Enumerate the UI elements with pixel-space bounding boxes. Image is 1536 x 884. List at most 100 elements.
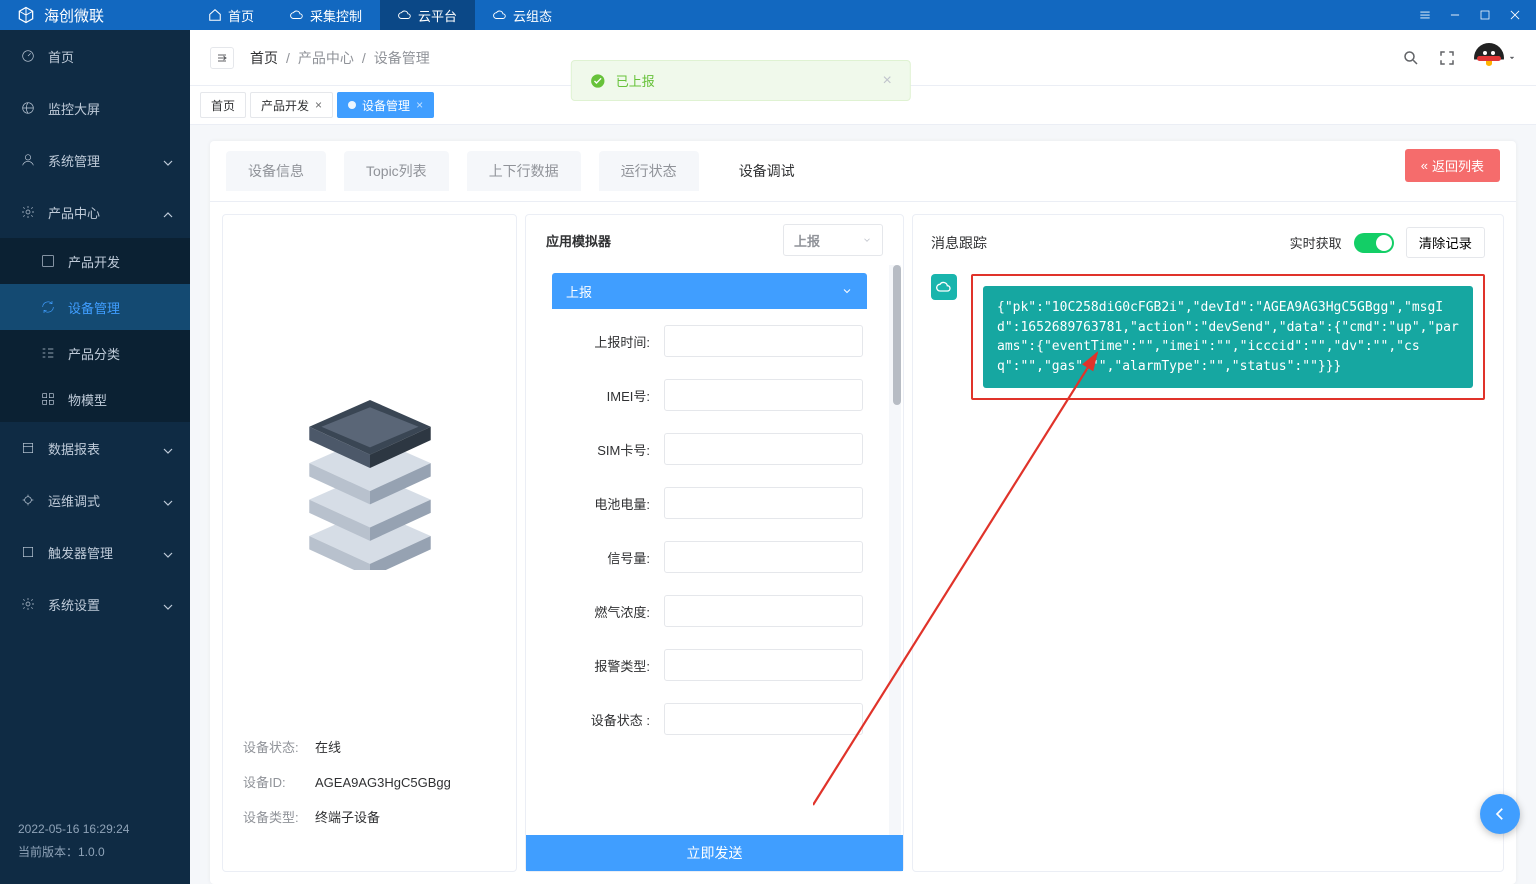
topnav-cloud-scada[interactable]: 云组态: [475, 0, 570, 30]
page-tabs: 设备信息 Topic列表 上下行数据 运行状态 设备调试 « 返回列表: [210, 141, 1516, 202]
toast-close-button[interactable]: ×: [882, 72, 891, 90]
simulator-title: 应用模拟器: [546, 231, 611, 250]
device-info-panel: 设备状态:在线 设备ID:AGEA9AG3HgC5GBgg 设备类型:终端子设备: [222, 214, 517, 872]
loop-icon: [40, 299, 56, 315]
message-track-panel: 消息跟踪 实时获取 清除记录: [912, 214, 1504, 872]
arrow-left-icon: [1491, 805, 1509, 823]
chevron-down-icon: [160, 495, 170, 505]
server-stack-icon: [295, 400, 445, 570]
sidebar-item-settings[interactable]: 系统设置: [0, 578, 190, 630]
field-label-dev-status: 设备状态 :: [552, 710, 650, 729]
toast-text: 已上报: [616, 71, 655, 90]
page-tab-topic[interactable]: Topic列表: [344, 151, 449, 191]
mini-tab-product-dev[interactable]: 产品开发×: [250, 92, 333, 118]
penguin-icon: [1474, 43, 1504, 73]
field-label-report-time: 上报时间:: [552, 332, 650, 351]
cloud-icon: [398, 8, 412, 22]
chevron-down-icon: [160, 547, 170, 557]
realtime-switch[interactable]: [1354, 233, 1394, 253]
sidebar-version: 当前版本：1.0.0: [18, 841, 172, 864]
menu-fold-icon: [215, 52, 229, 64]
chevron-down-icon: [160, 155, 170, 165]
simulator-form: 上报时间: IMEI号: SIM卡号: 电池电量: 信号量: 燃气浓度: 报警类…: [552, 325, 863, 735]
sidebar-item-product-dev[interactable]: 产品开发: [0, 238, 190, 284]
sidebar-item-report[interactable]: 数据报表: [0, 422, 190, 474]
sidebar-collapse-button[interactable]: [210, 47, 234, 69]
sidebar-footer: 2022-05-16 16:29:24 当前版本：1.0.0: [0, 802, 190, 884]
success-toast: 已上报 ×: [571, 60, 911, 101]
topnav-home[interactable]: 首页: [190, 0, 272, 30]
signal-input[interactable]: [664, 541, 863, 573]
success-icon: [590, 73, 606, 89]
sidebar-item-ops[interactable]: 运维调式: [0, 474, 190, 526]
window-maximize-button[interactable]: [1470, 0, 1500, 30]
topnav-collect[interactable]: 采集控制: [272, 0, 380, 30]
sidebar-item-product-category[interactable]: 产品分类: [0, 330, 190, 376]
sim-input[interactable]: [664, 433, 863, 465]
gas-input[interactable]: [664, 595, 863, 627]
simulator-panel: 应用模拟器 上报 上报: [525, 214, 904, 872]
chevron-down-icon: [841, 285, 853, 297]
fullscreen-icon[interactable]: [1438, 49, 1456, 67]
gear-icon: [20, 204, 36, 220]
breadcrumb-home[interactable]: 首页: [250, 48, 278, 68]
field-label-gas: 燃气浓度:: [552, 602, 650, 621]
sidebar-time: 2022-05-16 16:29:24: [18, 818, 172, 841]
sidebar-item-monitor[interactable]: 监控大屏: [0, 82, 190, 134]
page-tab-device-info[interactable]: 设备信息: [226, 151, 326, 191]
page-tab-debug[interactable]: 设备调试: [717, 151, 817, 191]
action-select[interactable]: 上报: [783, 224, 883, 256]
close-icon[interactable]: ×: [315, 99, 322, 111]
window-minimize-button[interactable]: [1440, 0, 1470, 30]
device-type-label: 设备类型:: [243, 800, 315, 835]
user-icon: [20, 152, 36, 168]
device-id-value: AGEA9AG3HgC5GBgg: [315, 775, 451, 790]
sidebar-item-thing-model[interactable]: 物模型: [0, 376, 190, 422]
alarm-type-input[interactable]: [664, 649, 863, 681]
gear-icon: [20, 596, 36, 612]
breadcrumb-item[interactable]: 产品中心: [298, 48, 354, 68]
chevron-up-icon: [160, 207, 170, 217]
back-to-list-button[interactable]: « 返回列表: [1405, 149, 1500, 182]
sidebar-item-system[interactable]: 系统管理: [0, 134, 190, 186]
active-dot-icon: [348, 101, 356, 109]
caret-down-icon: [1508, 54, 1516, 62]
title-bar: 海创微联 首页 采集控制 云平台 云组态: [0, 0, 1536, 30]
breadcrumb-item: 设备管理: [374, 48, 430, 68]
mini-tab-device-manage[interactable]: 设备管理×: [337, 92, 434, 118]
page-tab-updown[interactable]: 上下行数据: [467, 151, 581, 191]
cloud-upload-icon: [290, 8, 304, 22]
device-status-value: 在线: [315, 740, 341, 755]
page-tab-runtime[interactable]: 运行状态: [599, 151, 699, 191]
sidebar-item-home[interactable]: 首页: [0, 30, 190, 82]
sidebar-item-trigger[interactable]: 触发器管理: [0, 526, 190, 578]
list-icon: [40, 345, 56, 361]
back-fab[interactable]: [1480, 794, 1520, 834]
clear-log-button[interactable]: 清除记录: [1406, 227, 1485, 258]
search-icon[interactable]: [1402, 49, 1420, 67]
grid-icon: [40, 391, 56, 407]
brand-logo-icon: [16, 5, 36, 25]
bug-icon: [20, 492, 36, 508]
chevron-down-icon: [160, 599, 170, 609]
sidebar-item-device-manage[interactable]: 设备管理: [0, 284, 190, 330]
window-close-button[interactable]: [1500, 0, 1530, 30]
close-icon[interactable]: ×: [416, 99, 423, 111]
window-menu-button[interactable]: [1410, 0, 1440, 30]
mini-tab-home[interactable]: 首页: [200, 92, 246, 118]
chevron-down-icon: [160, 443, 170, 453]
topnav-cloud-platform[interactable]: 云平台: [380, 0, 475, 30]
user-avatar[interactable]: [1474, 43, 1516, 73]
report-time-input[interactable]: [664, 325, 863, 357]
simulator-accordion-header[interactable]: 上报: [552, 273, 867, 309]
battery-input[interactable]: [664, 487, 863, 519]
home-icon: [208, 8, 222, 22]
simulator-scrollbar-thumb[interactable]: [893, 265, 901, 405]
sidebar: 首页 监控大屏 系统管理 产品中心 产品开发: [0, 30, 190, 884]
field-label-imei: IMEI号:: [552, 386, 650, 405]
device-id-label: 设备ID:: [243, 765, 315, 800]
dev-status-input[interactable]: [664, 703, 863, 735]
sidebar-item-product-center[interactable]: 产品中心: [0, 186, 190, 238]
send-button[interactable]: 立即发送: [526, 835, 903, 871]
imei-input[interactable]: [664, 379, 863, 411]
